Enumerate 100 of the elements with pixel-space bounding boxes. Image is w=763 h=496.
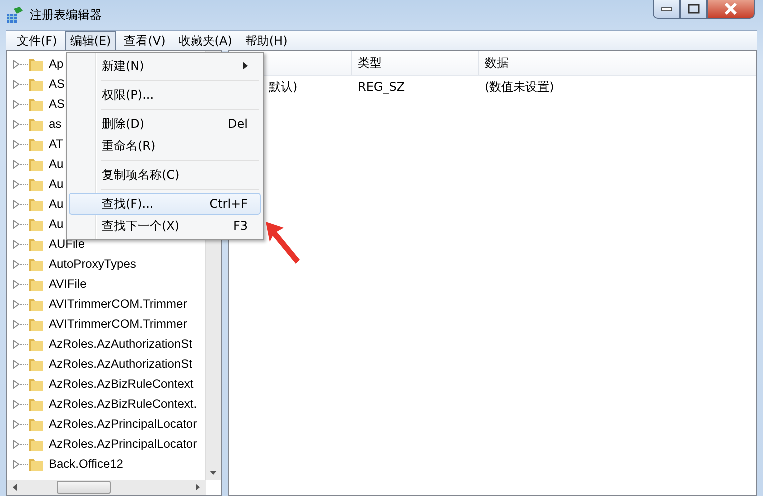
menu-item-label: 权限(P)... — [102, 86, 154, 104]
table-cell-text: 默认) — [268, 78, 299, 96]
folder-icon — [28, 116, 44, 132]
tree-item[interactable]: AzRoles.AzAuthorizationSt — [49, 357, 192, 371]
folder-icon — [28, 236, 44, 252]
maximize-icon — [688, 4, 700, 14]
window-title: 注册表编辑器 — [30, 6, 102, 24]
scroll-down-icon[interactable] — [210, 471, 217, 475]
folder-icon — [28, 256, 44, 272]
tree-item[interactable]: Au — [49, 177, 64, 191]
tree-item[interactable]: AzRoles.AzAuthorizationSt — [49, 337, 192, 351]
tree-item[interactable]: Back.Office12 — [49, 457, 124, 471]
folder-icon — [28, 396, 44, 412]
tree-item[interactable]: AVITrimmerCOM.Trimmer — [49, 297, 188, 311]
tree-item[interactable]: AT — [49, 137, 64, 151]
folder-icon — [28, 376, 44, 392]
menu-item-label: 删除(D) — [102, 116, 145, 132]
tree-item[interactable]: AzRoles.AzPrincipalLocator — [49, 437, 198, 451]
menu-bar-item[interactable]: 文件(F) — [12, 30, 62, 52]
tree-item[interactable]: Au — [49, 217, 64, 231]
menu-item[interactable]: 复制项名称(C) — [69, 164, 261, 186]
folder-icon — [28, 296, 44, 312]
expand-icon[interactable] — [13, 280, 20, 288]
menu-item-label: 查找下一个(X) — [102, 218, 180, 234]
folder-icon — [28, 276, 44, 292]
expand-icon[interactable] — [13, 200, 20, 208]
folder-icon — [28, 436, 44, 452]
tree-item[interactable]: AVIFile — [49, 277, 87, 291]
expand-icon[interactable] — [13, 360, 20, 368]
folder-icon — [28, 196, 44, 212]
folder-icon — [28, 56, 44, 72]
expand-icon[interactable] — [13, 220, 20, 228]
folder-icon — [28, 356, 44, 372]
expand-icon[interactable] — [13, 160, 20, 168]
shortcut-label: F3 — [233, 219, 248, 233]
tree-item[interactable]: Au — [49, 197, 64, 211]
column-header[interactable]: 数据 — [478, 51, 605, 75]
scroll-left-icon[interactable] — [13, 484, 17, 491]
menu-bar-item[interactable]: 查看(V) — [119, 30, 171, 52]
menu-bar-item[interactable]: 收藏夹(A) — [174, 30, 238, 52]
expand-icon[interactable] — [13, 180, 20, 188]
menu-item[interactable]: 重命名(R) — [69, 135, 261, 157]
scroll-right-icon[interactable] — [196, 484, 200, 491]
expand-icon[interactable] — [13, 440, 20, 448]
expand-icon[interactable] — [13, 240, 20, 248]
expand-icon[interactable] — [13, 60, 20, 68]
tree-item[interactable]: AS — [49, 97, 66, 111]
menu-item-label: 复制项名称(C) — [102, 166, 180, 184]
close-button[interactable] — [707, 0, 755, 19]
tree-item[interactable]: AS — [49, 77, 66, 91]
menu-item-label: 查找(F)... — [102, 196, 154, 212]
folder-icon — [28, 316, 44, 332]
expand-icon[interactable] — [13, 80, 20, 88]
menu-bar-item[interactable]: 编辑(E) — [65, 30, 116, 52]
menu-item-label: 新建(N) — [102, 58, 144, 74]
minimize-icon — [660, 6, 672, 12]
expand-icon[interactable] — [13, 340, 20, 348]
expand-icon[interactable] — [13, 420, 20, 428]
menu-item[interactable]: 新建(N) — [69, 55, 261, 77]
tree-item[interactable]: Ap — [49, 57, 64, 71]
folder-icon — [28, 416, 44, 432]
tree-item[interactable]: AzRoles.AzBizRuleContext. — [49, 397, 198, 411]
folder-icon — [28, 136, 44, 152]
expand-icon[interactable] — [13, 320, 20, 328]
expand-icon[interactable] — [13, 460, 20, 468]
scrollbar[interactable] — [7, 480, 206, 495]
folder-icon — [28, 156, 44, 172]
folder-icon — [28, 76, 44, 92]
shortcut-label: Ctrl+F — [210, 197, 248, 211]
table-cell-text: REG_SZ — [357, 80, 406, 94]
registry-icon — [6, 6, 24, 24]
menu-item[interactable]: 权限(P)... — [69, 84, 261, 106]
tree-item[interactable]: AzRoles.AzPrincipalLocator — [49, 417, 198, 431]
menu-item[interactable]: 删除(D) Del — [69, 113, 261, 135]
shortcut-label: Del — [228, 117, 248, 131]
expand-icon[interactable] — [13, 140, 20, 148]
expand-icon[interactable] — [13, 120, 20, 128]
tree-item[interactable]: AUFile — [49, 237, 86, 251]
column-header[interactable]: 类型 — [351, 51, 478, 75]
expand-icon[interactable] — [13, 260, 20, 268]
folder-icon — [28, 336, 44, 352]
expand-icon[interactable] — [13, 380, 20, 388]
menu-bar-item[interactable]: 帮助(H) — [240, 30, 293, 52]
folder-icon — [28, 96, 44, 112]
expand-icon[interactable] — [13, 100, 20, 108]
expand-icon[interactable] — [13, 400, 20, 408]
folder-icon — [28, 456, 44, 472]
tree-item[interactable]: AutoProxyTypes — [49, 257, 136, 271]
menu-item[interactable]: 查找(F)... Ctrl+F — [69, 193, 261, 215]
tree-item[interactable]: as — [49, 117, 62, 131]
menu-item-label: 重命名(R) — [102, 138, 156, 154]
menu-item[interactable]: 查找下一个(X) F3 — [69, 215, 261, 237]
folder-icon — [28, 216, 44, 232]
maximize-button[interactable] — [680, 0, 707, 19]
minimize-button[interactable] — [653, 0, 680, 19]
tree-item[interactable]: AzRoles.AzBizRuleContext — [49, 377, 194, 391]
tree-item[interactable]: AVITrimmerCOM.Trimmer — [49, 317, 188, 331]
expand-icon[interactable] — [13, 300, 20, 308]
tree-item[interactable]: Au — [49, 157, 64, 171]
close-icon — [724, 3, 738, 15]
